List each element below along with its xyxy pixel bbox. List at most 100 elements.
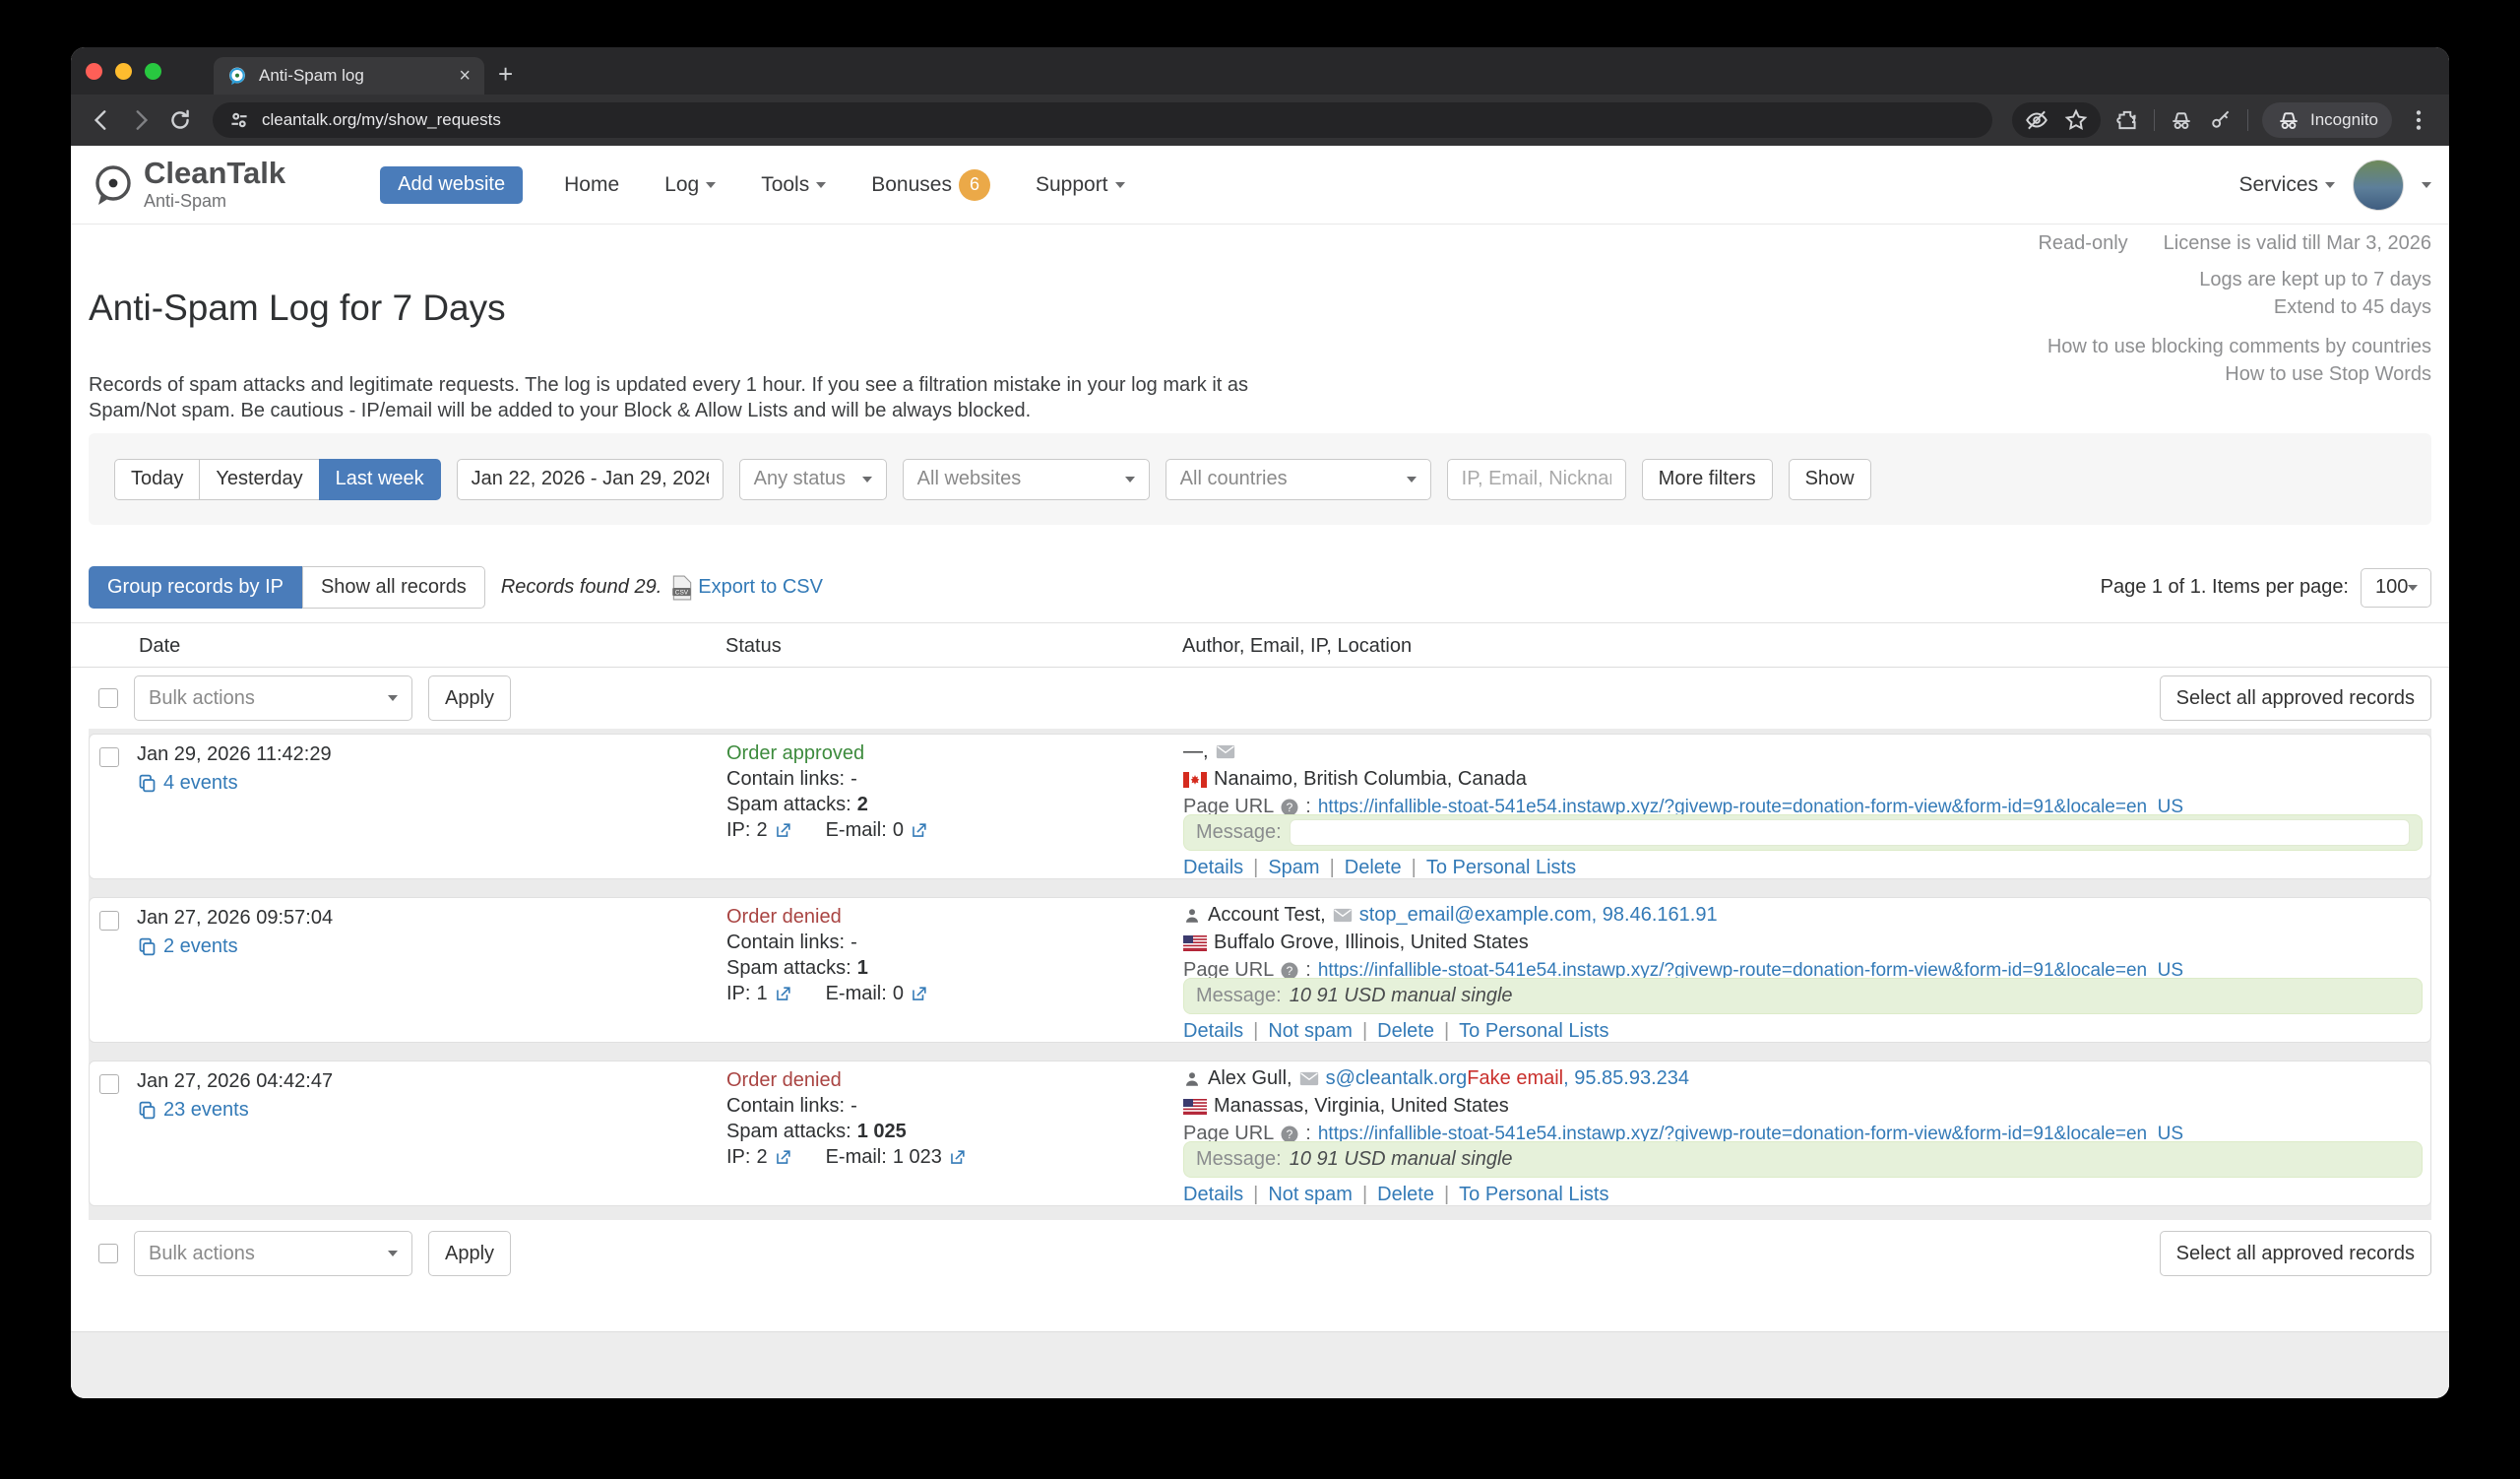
website-select[interactable]: All websites (903, 459, 1150, 500)
services-menu[interactable]: Services (2238, 173, 2335, 197)
site-info-icon[interactable] (226, 107, 252, 133)
nav-home[interactable]: Home (564, 173, 619, 197)
extend-link[interactable]: Extend to 45 days (2048, 293, 2431, 321)
site-header: CleanTalk Anti-Spam Add website Home Log… (71, 146, 2449, 225)
page-content: CleanTalk Anti-Spam Add website Home Log… (71, 146, 2449, 1398)
author-ip[interactable]: , 98.46.161.91 (1592, 904, 1718, 927)
external-link-icon[interactable] (910, 985, 928, 1003)
how-stop-words-link[interactable]: How to use Stop Words (2048, 360, 2431, 388)
copy-icon (137, 936, 158, 957)
details-link[interactable]: Details (1183, 1020, 1243, 1043)
bookmark-star-icon[interactable] (2063, 107, 2089, 133)
apply-button[interactable]: Apply (428, 1231, 511, 1276)
record-actions: Details| Spam| Delete| To Personal Lists (1183, 857, 1576, 879)
events-link[interactable]: 2 events (137, 935, 238, 958)
spam-link[interactable]: Spam (1268, 857, 1319, 879)
window-zoom-button[interactable] (145, 63, 161, 80)
window-minimize-button[interactable] (115, 63, 132, 80)
bulk-actions-select[interactable]: Bulk actions (134, 1231, 412, 1276)
group-by-ip-button[interactable]: Group records by IP (89, 566, 302, 609)
window-close-button[interactable] (86, 63, 102, 80)
export-csv-link[interactable]: CSV Export to CSV (671, 575, 823, 601)
select-all-checkbox[interactable] (98, 1244, 118, 1263)
back-icon[interactable] (89, 107, 114, 133)
author-ip[interactable]: , 95.85.93.234 (1563, 1067, 1689, 1090)
add-website-button[interactable]: Add website (380, 166, 523, 204)
external-link-icon[interactable] (774, 985, 792, 1003)
external-link-icon[interactable] (774, 821, 792, 840)
browser-tab[interactable]: Anti-Spam log × (214, 57, 484, 95)
country-select[interactable]: All countries (1166, 459, 1431, 500)
account-chevron-down-icon[interactable] (2422, 182, 2431, 188)
brand-name: CleanTalk (144, 158, 285, 188)
select-all-approved-button[interactable]: Select all approved records (2160, 675, 2431, 721)
envelope-icon (1216, 744, 1235, 759)
yesterday-button[interactable]: Yesterday (199, 459, 318, 500)
last-week-button[interactable]: Last week (319, 459, 441, 500)
events-link[interactable]: 23 events (137, 1099, 249, 1122)
row-checkbox[interactable] (99, 747, 119, 767)
question-icon[interactable]: ? (1281, 962, 1298, 980)
not-spam-link[interactable]: Not spam (1268, 1020, 1353, 1043)
cleantalk-logo-icon (89, 161, 136, 209)
external-link-icon[interactable] (774, 1148, 792, 1167)
row-checkbox[interactable] (99, 1074, 119, 1094)
menu-dots-icon[interactable] (2406, 107, 2431, 133)
bulk-actions-select[interactable]: Bulk actions (134, 675, 412, 721)
select-all-approved-button[interactable]: Select all approved records (2160, 1231, 2431, 1276)
new-tab-button[interactable]: + (498, 61, 513, 87)
nav-log[interactable]: Log (664, 173, 716, 197)
items-per-page-select[interactable]: 100 (2361, 568, 2431, 608)
address-bar[interactable]: cleantalk.org/my/show_requests (213, 102, 1992, 138)
not-spam-link[interactable]: Not spam (1268, 1184, 1353, 1206)
tab-close-icon[interactable]: × (459, 66, 471, 86)
external-link-icon[interactable] (948, 1148, 967, 1167)
status-select[interactable]: Any status (739, 459, 887, 500)
apply-button[interactable]: Apply (428, 675, 511, 721)
question-icon[interactable]: ? (1281, 1125, 1298, 1143)
question-icon[interactable]: ? (1281, 799, 1298, 816)
today-button[interactable]: Today (114, 459, 199, 500)
details-link[interactable]: Details (1183, 857, 1243, 879)
message-input[interactable] (1290, 819, 2410, 846)
show-button[interactable]: Show (1789, 459, 1871, 500)
date-range-input[interactable] (457, 459, 724, 500)
extensions-icon[interactable] (2114, 107, 2140, 133)
nav-tools[interactable]: Tools (761, 173, 826, 197)
events-link[interactable]: 4 events (137, 772, 238, 795)
more-filters-button[interactable]: More filters (1642, 459, 1773, 500)
author-email-link[interactable]: stop_email@example.com (1359, 904, 1592, 927)
delete-link[interactable]: Delete (1345, 857, 1402, 879)
delete-link[interactable]: Delete (1377, 1020, 1434, 1043)
column-date: Date (139, 635, 180, 658)
how-blocking-countries-link[interactable]: How to use blocking comments by countrie… (2048, 333, 2431, 360)
main-nav: Home Log Tools Bonuses6 Support (564, 169, 1124, 201)
author-name: Account Test, (1208, 904, 1326, 927)
details-link[interactable]: Details (1183, 1184, 1243, 1206)
svg-text:?: ? (1287, 964, 1293, 978)
nav-support[interactable]: Support (1036, 173, 1125, 197)
reload-icon[interactable] (167, 107, 193, 133)
search-input[interactable] (1447, 459, 1626, 500)
incognito-icon[interactable] (2169, 107, 2194, 133)
omnibox-actions (2012, 102, 2101, 138)
select-all-checkbox[interactable] (98, 688, 118, 708)
nav-bonuses[interactable]: Bonuses6 (871, 169, 990, 201)
filter-panel: Today Yesterday Last week Any status All… (89, 433, 2431, 525)
forward-icon[interactable] (128, 107, 154, 133)
delete-link[interactable]: Delete (1377, 1184, 1434, 1206)
column-author: Author, Email, IP, Location (1182, 635, 1412, 658)
to-personal-lists-link[interactable]: To Personal Lists (1426, 857, 1576, 879)
to-personal-lists-link[interactable]: To Personal Lists (1459, 1020, 1608, 1043)
password-key-icon[interactable] (2208, 107, 2234, 133)
show-all-records-button[interactable]: Show all records (302, 566, 485, 609)
chevron-down-icon (816, 182, 826, 188)
eye-off-icon[interactable] (2024, 107, 2049, 133)
to-personal-lists-link[interactable]: To Personal Lists (1459, 1184, 1608, 1206)
row-checkbox[interactable] (99, 911, 119, 931)
external-link-icon[interactable] (910, 821, 928, 840)
records-toolbar: Group records by IP Show all records Rec… (89, 566, 2431, 609)
avatar[interactable] (2353, 160, 2404, 211)
author-email-link[interactable]: s@cleantalk.org (1326, 1067, 1468, 1090)
cleantalk-logo[interactable]: CleanTalk Anti-Spam (89, 158, 285, 212)
